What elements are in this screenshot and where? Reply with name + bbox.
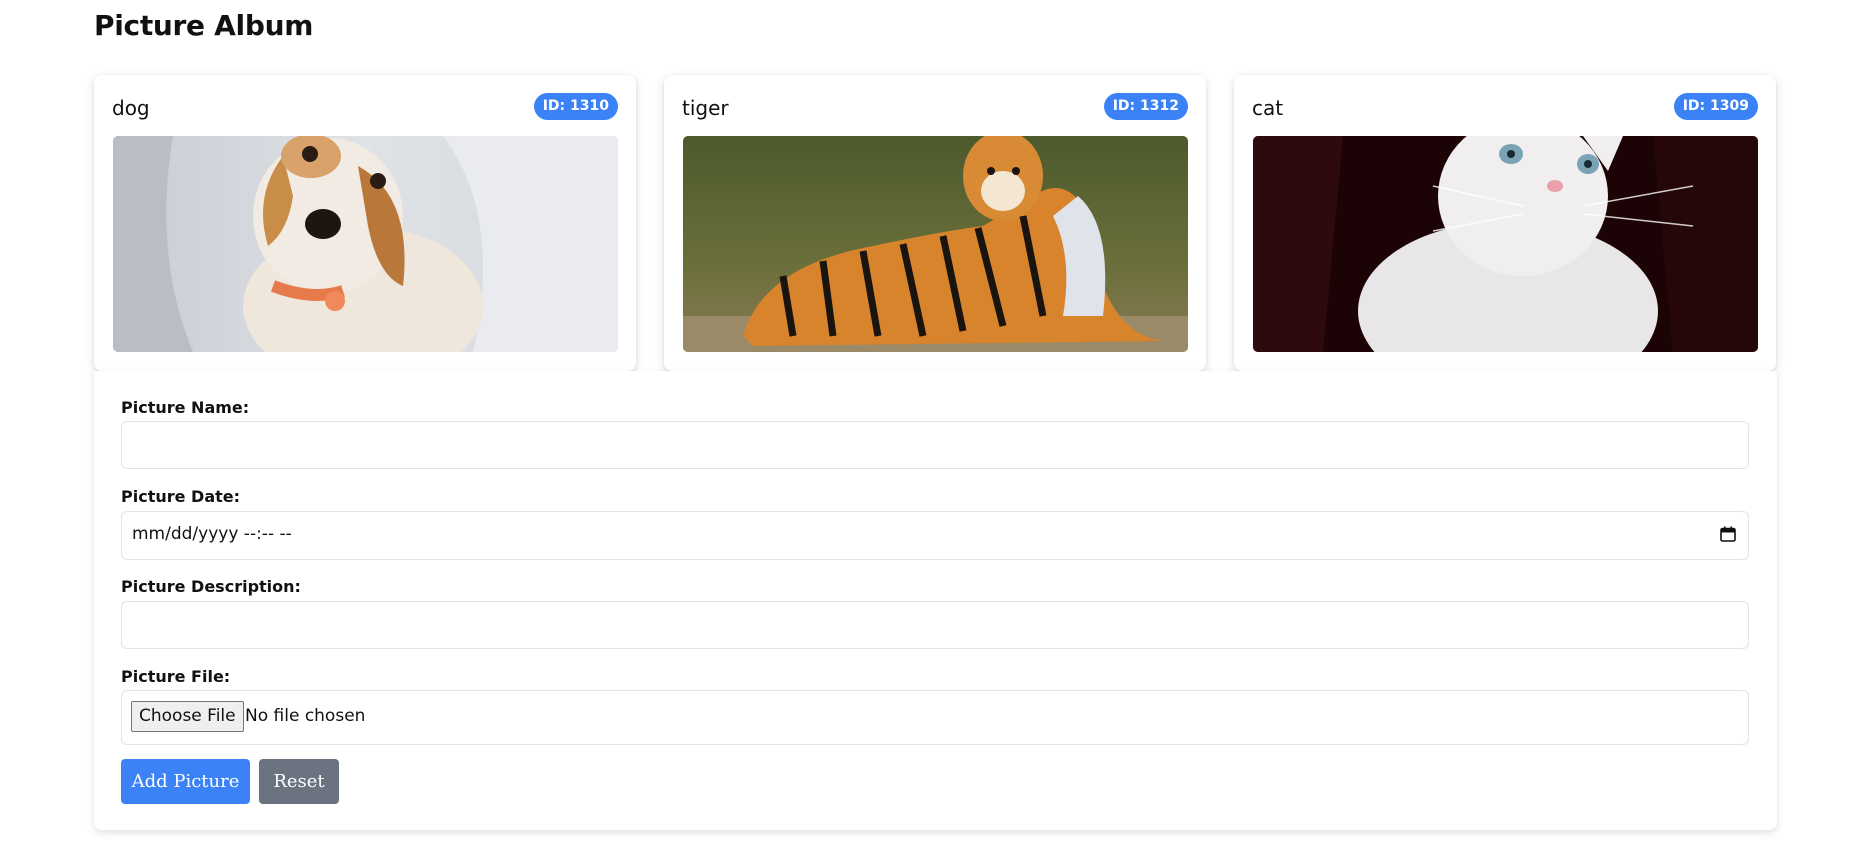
date-placeholder: mm/dd/yyyy --:-- -- xyxy=(132,524,292,544)
picture-file-field[interactable]: Choose File No file chosen xyxy=(121,690,1749,745)
picture-card-cat[interactable]: cat ID: 1309 xyxy=(1234,75,1776,371)
id-badge: ID: 1312 xyxy=(1103,93,1188,120)
picture-date-label: Picture Date: xyxy=(121,487,241,506)
picture-gallery: dog ID: 1310 tiger ID: 1312 cat ID: 1309 xyxy=(94,75,1777,371)
picture-description-field[interactable] xyxy=(121,601,1749,649)
no-file-text: No file chosen xyxy=(245,706,366,726)
picture-name-label: Picture Name: xyxy=(121,398,250,417)
reset-button[interactable]: Reset xyxy=(259,759,339,804)
tiger-image xyxy=(683,136,1188,352)
add-picture-form: Picture Name: Picture Date: mm/dd/yyyy -… xyxy=(94,371,1777,830)
id-badge: ID: 1309 xyxy=(1673,93,1758,120)
picture-name-field[interactable] xyxy=(121,421,1749,469)
picture-card-tiger[interactable]: tiger ID: 1312 xyxy=(664,75,1206,371)
choose-file-button[interactable]: Choose File xyxy=(131,701,244,732)
cat-image xyxy=(1253,136,1758,352)
picture-name-input[interactable] xyxy=(122,422,1748,468)
picture-date-field[interactable]: mm/dd/yyyy --:-- -- xyxy=(121,511,1749,560)
picture-card-dog[interactable]: dog ID: 1310 xyxy=(94,75,636,371)
picture-name: cat xyxy=(1252,96,1284,120)
id-badge: ID: 1310 xyxy=(533,93,618,120)
picture-description-input[interactable] xyxy=(122,602,1748,648)
add-picture-button[interactable]: Add Picture xyxy=(121,759,250,804)
picture-file-label: Picture File: xyxy=(121,667,231,686)
calendar-icon[interactable] xyxy=(1720,526,1736,542)
picture-description-label: Picture Description: xyxy=(121,577,301,596)
picture-name: tiger xyxy=(682,96,729,120)
picture-name: dog xyxy=(112,96,150,120)
page-title: Picture Album xyxy=(94,9,314,42)
dog-image xyxy=(113,136,618,352)
